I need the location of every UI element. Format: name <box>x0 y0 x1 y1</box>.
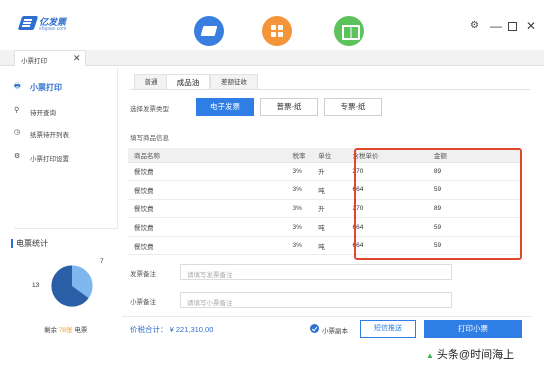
tab-refined-oil[interactable]: 成品油 <box>166 74 210 90</box>
watermark-prefix: 头条 <box>436 349 459 361</box>
total-label: 价税合计： <box>130 325 168 334</box>
gear-icon: ⚙ <box>14 153 21 160</box>
remaining-count: 剩余 78张 电票 <box>44 324 87 334</box>
cell-goods-name[interactable]: 餐饮费 <box>128 236 287 256</box>
header-goods-name: 商品名称 <box>128 148 287 163</box>
cell-tax-rate[interactable]: 3% <box>286 162 313 182</box>
header-unit: 单位 <box>312 148 347 163</box>
remaining-prefix: 剩余 <box>44 327 57 334</box>
invoice-type-plain-paper-button[interactable]: 普票-纸 <box>260 98 318 116</box>
invoice-note-label: 发票备注 <box>130 271 156 278</box>
sidebar-item-label: 小票打印设置 <box>30 156 69 163</box>
apps-grid-icon[interactable] <box>262 16 292 46</box>
cell-tax-rate[interactable]: 3% <box>286 199 313 219</box>
sidebar-item-label: 小票打印 <box>30 83 62 92</box>
watermark-logo-icon: ▲ <box>426 351 434 360</box>
watermark: ▲ 头条@时间海上 <box>426 346 514 362</box>
cell-unit[interactable]: 升 <box>312 162 347 182</box>
book-icon[interactable] <box>334 16 364 46</box>
logo-mark-icon <box>17 16 39 30</box>
cell-goods-name[interactable]: 餐饮费 <box>128 199 287 219</box>
watermark-text: @时间海上 <box>458 349 515 361</box>
logo-subtitle: efapiao.com <box>39 26 67 32</box>
cell-unit[interactable]: 吨 <box>312 236 347 256</box>
document-tab-bar: 小票打印 ✕ <box>0 50 544 66</box>
invoice-note-input[interactable]: 请填写发票备注 <box>180 264 452 280</box>
cell-tax-rate[interactable]: 3% <box>286 217 313 237</box>
sidebar-item-label: 待开查询 <box>30 110 56 117</box>
printer-icon: 🖶 <box>14 83 21 90</box>
tab-difference-levy[interactable]: 差额征收 <box>210 74 258 90</box>
stats-pie-chart <box>50 264 94 308</box>
cell-goods-name[interactable]: 餐饮费 <box>128 162 287 182</box>
cell-goods-name[interactable]: 餐饮费 <box>128 217 287 237</box>
print-receipt-button[interactable]: 打印小票 <box>424 320 522 338</box>
search-icon: ⚲ <box>14 107 20 114</box>
price-amount-highlight-box <box>354 148 522 260</box>
document-tab[interactable]: 小票打印 ✕ <box>14 50 86 66</box>
cell-tax-rate[interactable]: 3% <box>286 180 313 200</box>
clock-icon: ◷ <box>14 129 21 136</box>
total-amount: 价税合计： ¥ 221,310.00 <box>130 324 213 335</box>
header-tax-rate: 税率 <box>286 148 313 163</box>
sms-push-button[interactable]: 短信推送 <box>360 320 416 338</box>
remaining-suffix: 电票 <box>74 327 88 334</box>
goods-info-label: 填写商品信息 <box>130 135 169 142</box>
pie-label-minor: 7 <box>100 258 104 265</box>
invoice-icon[interactable] <box>194 16 224 46</box>
stats-title: 电票统计 <box>11 239 48 248</box>
invoice-type-electronic-button[interactable]: 电子发票 <box>196 98 254 116</box>
cell-tax-rate[interactable]: 3% <box>286 236 313 256</box>
receipt-copy-label: 小票副本 <box>322 328 348 335</box>
cell-unit[interactable]: 吨 <box>312 217 347 237</box>
receipt-note-input[interactable]: 请填写小票备注 <box>180 292 452 308</box>
tab-divider <box>130 89 530 90</box>
document-tab-label: 小票打印 <box>21 58 47 65</box>
app-logo: 亿发票 efapiao.com <box>17 14 72 36</box>
cell-goods-name[interactable]: 餐饮费 <box>128 180 287 200</box>
minimize-icon[interactable]: — <box>490 19 502 33</box>
receipt-note-label: 小票备注 <box>130 299 156 306</box>
total-value: ¥ 221,310.00 <box>169 325 214 334</box>
receipt-copy-checkbox[interactable] <box>310 324 319 333</box>
tab-close-icon[interactable]: ✕ <box>73 53 81 64</box>
remaining-value: 78张 <box>58 327 73 334</box>
maximize-icon[interactable] <box>508 22 517 31</box>
invoice-type-special-paper-button[interactable]: 专票-纸 <box>324 98 382 116</box>
cell-unit[interactable]: 升 <box>312 199 347 219</box>
close-icon[interactable]: ✕ <box>526 19 536 33</box>
invoice-type-label: 选择发票类型 <box>130 106 169 113</box>
cell-unit[interactable]: 吨 <box>312 180 347 200</box>
tab-ordinary[interactable]: 普通 <box>134 74 168 90</box>
title-bar: 亿发票 efapiao.com ⚙ — ✕ <box>0 0 544 48</box>
settings-icon[interactable]: ⚙ <box>470 20 479 31</box>
sidebar-item-label: 纸票待开列表 <box>30 132 69 139</box>
pie-label-major: 13 <box>32 282 40 289</box>
